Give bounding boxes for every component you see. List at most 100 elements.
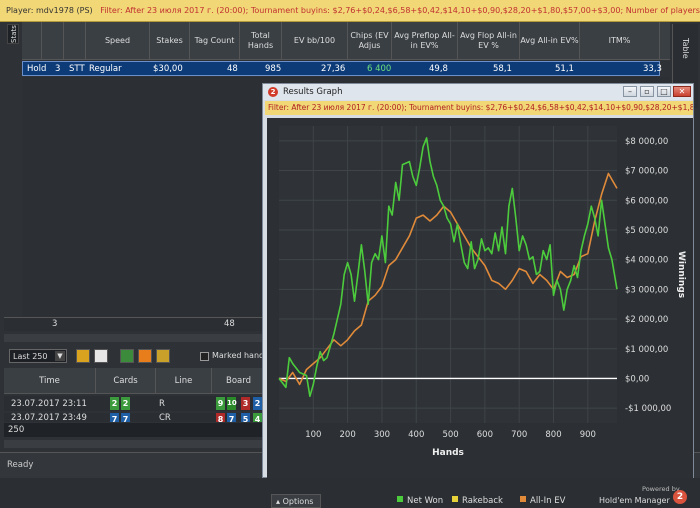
stats-row-selected[interactable]: Hold 3 STT Regular $30,00 48 985 27,36 6… [22, 61, 662, 76]
marked-hands-label: Marked hands [212, 351, 269, 360]
maximize-button[interactable]: □ [657, 86, 671, 97]
x-tick-label: 900 [580, 430, 596, 440]
x-tick-label: 100 [305, 430, 321, 440]
stats-side-tab[interactable]: Stats [7, 24, 19, 44]
hem-main-window: Player: mdv1978 (PS) Filter: After 23 ию… [0, 0, 700, 508]
horizontal-scrollbar-hands[interactable] [4, 440, 266, 448]
horizontal-scrollbar[interactable] [4, 334, 266, 342]
stats-grid-header: Speed Stakes Tag Count Total Hands EV bb… [22, 22, 670, 60]
chevron-down-icon[interactable]: ▼ [55, 351, 65, 361]
restore-button[interactable]: ▫ [640, 86, 654, 97]
hand-line: R [159, 399, 165, 409]
cell-allin-ev: 51,1 [555, 64, 574, 74]
hand-count-field[interactable]: 250 [4, 423, 266, 437]
table-tab-label: Table [681, 38, 690, 59]
x-tick-label: 400 [408, 430, 424, 440]
hole-card: 2 [121, 397, 130, 410]
board-card: 5 [241, 413, 250, 422]
cell-itm: 33,3 [643, 64, 662, 74]
close-button[interactable]: ✕ [673, 86, 691, 97]
filter-text: Filter: After 23 июля 2017 г. (20:00); T… [100, 6, 700, 15]
legend-swatch [397, 496, 403, 502]
y-tick-label: -$1 000,00 [625, 404, 671, 414]
col-blank-2[interactable] [42, 22, 64, 60]
x-axis-label: Hands [432, 448, 464, 458]
brand-label: Hold'em Manager [599, 496, 670, 505]
hand-time: 23.07.2017 23:11 [11, 399, 87, 409]
board-card: 3 [241, 397, 250, 410]
legend-swatch [452, 496, 458, 502]
x-tick-label: 300 [374, 430, 390, 440]
filter-bar[interactable]: Player: mdv1978 (PS) Filter: After 23 ию… [0, 0, 700, 22]
col-board[interactable]: Board [212, 368, 266, 394]
hole-card: 7 [110, 413, 119, 422]
legend-label: Rakeback [462, 496, 503, 506]
y-tick-label: $7 000,00 [625, 167, 668, 177]
legend-swatch [520, 496, 526, 502]
col-cards[interactable]: Cards [96, 368, 156, 394]
cards-icon[interactable] [94, 349, 108, 363]
cell-flop-ev: 58,1 [493, 64, 512, 74]
hole-card: 7 [121, 413, 130, 422]
col-speed[interactable]: Speed [86, 22, 150, 60]
results-graph-window: 2 Results Graph – ▫ □ ✕ Filter: After 23… [262, 83, 694, 508]
y-tick-label: $8 000,00 [625, 137, 668, 147]
hand-line: CR [159, 413, 171, 422]
grid-view-icon[interactable] [120, 349, 134, 363]
cell-chips-ev: 6 400 [367, 64, 392, 74]
col-tag-count[interactable]: Tag Count [190, 22, 240, 60]
col-itm[interactable]: ITM% [580, 22, 660, 60]
cell-stakes: $30,00 [153, 64, 183, 74]
window-titlebar[interactable]: 2 Results Graph – ▫ □ ✕ [263, 84, 693, 100]
col-ev-bb100[interactable]: EV bb/100 [282, 22, 348, 60]
hand-row[interactable]: 23.07.2017 23:11 2 2 R 9 10 3 2 [4, 396, 266, 411]
cell-total-hands: 985 [265, 64, 282, 74]
board-card: 7 [227, 413, 236, 422]
col-time[interactable]: Time [4, 368, 96, 394]
col-line[interactable]: Line [156, 368, 212, 394]
y-axis-label: Winnings [676, 251, 686, 298]
marked-hands-checkbox[interactable] [200, 352, 209, 361]
hand-row[interactable]: 23.07.2017 23:49 7 7 CR 8 7 5 4 [4, 413, 266, 422]
hem-brand-logo-icon: 2 [673, 490, 687, 504]
cell-type: STT [69, 64, 85, 74]
board-card: 4 [253, 413, 262, 422]
hands-toolbar: Last 250 ▼ Marked hands [4, 346, 269, 366]
col-stakes[interactable]: Stakes [150, 22, 190, 60]
x-tick-label: 700 [511, 430, 527, 440]
col-blank-1[interactable] [22, 22, 42, 60]
cell-players: 3 [55, 64, 61, 74]
chart-icon[interactable] [138, 349, 152, 363]
board-card: 10 [227, 397, 237, 410]
col-total-hands[interactable]: Total Hands [240, 22, 282, 60]
col-flop-ev[interactable]: Avg Flop All-in EV % [458, 22, 520, 60]
footer-tag-count: 48 [224, 319, 235, 329]
minimize-button[interactable]: – [623, 86, 637, 97]
legend-label: All-In EV [530, 496, 566, 506]
cell-ev-bb100: 27,36 [321, 64, 346, 74]
y-tick-label: $4 000,00 [625, 256, 668, 266]
col-blank-3[interactable] [64, 22, 86, 60]
legend-rakeback: Rakeback [452, 496, 503, 506]
col-chips-ev[interactable]: Chips (EV Adjus [348, 22, 392, 60]
col-preflop-ev[interactable]: Avg Preflop All-in EV% [392, 22, 458, 60]
col-allin-ev[interactable]: Avg All-in EV% [520, 22, 580, 60]
legend-net-won: Net Won [397, 496, 443, 506]
cell-speed: Regular [89, 64, 122, 74]
legend-label: Net Won [407, 496, 444, 506]
y-tick-label: $5 000,00 [625, 226, 668, 236]
cell-preflop-ev: 49,8 [429, 64, 448, 74]
x-tick-label: 600 [477, 430, 493, 440]
results-chart-svg: 100 200 300 400 500 600 700 800 900 -$1 000,00 $0,… [278, 126, 686, 458]
trophy-icon[interactable] [156, 349, 170, 363]
stats-grid-footer: 3 48 [4, 317, 266, 331]
footer-players: 3 [52, 319, 58, 329]
hands-range-value: Last 250 [13, 352, 48, 361]
y-tick-label: $1 000,00 [625, 345, 668, 355]
options-button[interactable]: ▴ Options [271, 494, 321, 508]
results-graph: 100 200 300 400 500 600 700 800 900 -$1 000,00 $0,… [267, 118, 693, 508]
hole-card: 2 [110, 397, 119, 410]
graph-filter-bar[interactable]: Filter: After 23 июля 2017 г. (20:00); T… [265, 101, 693, 115]
hands-range-select[interactable]: Last 250 ▼ [9, 349, 67, 363]
rewind-icon[interactable] [76, 349, 90, 363]
